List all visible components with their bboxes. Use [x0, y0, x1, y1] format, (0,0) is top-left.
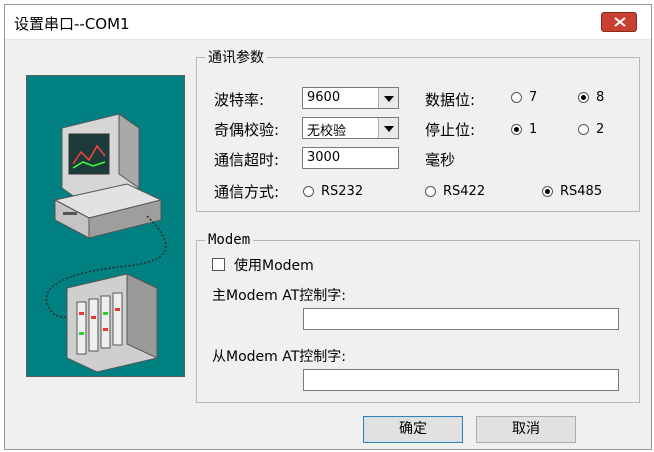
ok-button[interactable]: 确定	[363, 416, 463, 443]
stop-bits-label: 停止位:	[425, 121, 476, 139]
radio-dot	[303, 186, 314, 197]
mode-label: 通信方式:	[214, 183, 280, 201]
stop-bits-2-radio[interactable]: 2	[578, 122, 604, 137]
timeout-input[interactable]: 3000	[302, 147, 399, 169]
dialog-window: 设置串口--COM1 通讯参数 波特率: 9600 奇偶校验: 无校验 通信超时…	[4, 4, 652, 450]
data-bits-8-label: 8	[596, 90, 605, 105]
timeout-value: 3000	[307, 150, 341, 165]
stop-bits-2-label: 2	[596, 122, 605, 137]
data-bits-label: 数据位:	[425, 91, 476, 109]
stop-bits-1-radio[interactable]: 1	[511, 122, 537, 137]
parity-value: 无校验	[307, 124, 347, 139]
radio-dot	[578, 124, 589, 135]
radio-dot	[511, 92, 522, 103]
radio-dot-selected	[578, 92, 589, 103]
comm-params-legend: 通讯参数	[208, 50, 264, 66]
use-modem-label[interactable]: 使用Modem	[234, 255, 314, 275]
modem-legend: Modem	[208, 232, 251, 248]
cancel-button[interactable]: 取消	[476, 416, 576, 443]
close-button[interactable]	[601, 12, 637, 32]
mode-rs232-radio[interactable]: RS232	[303, 184, 363, 199]
baud-select[interactable]: 9600	[302, 87, 399, 109]
timeout-label: 通信超时:	[214, 151, 280, 169]
title-bar[interactable]: 设置串口--COM1	[5, 5, 651, 40]
main-modem-at-input[interactable]	[303, 308, 619, 330]
parity-label: 奇偶校验:	[214, 121, 280, 139]
parity-dropdown-arrow-icon[interactable]	[378, 118, 398, 138]
stop-bits-1-label: 1	[529, 122, 538, 137]
baud-value: 9600	[307, 90, 341, 105]
mode-rs232-label: RS232	[321, 184, 364, 199]
mode-rs485-radio[interactable]: RS485	[542, 184, 602, 199]
radio-dot-selected	[542, 186, 553, 197]
baud-dropdown-arrow-icon[interactable]	[378, 88, 398, 108]
device-illustration	[26, 75, 185, 377]
data-bits-8-radio[interactable]: 8	[578, 90, 604, 105]
radio-dot	[425, 186, 436, 197]
mode-rs422-label: RS422	[443, 184, 486, 199]
radio-dot-selected	[511, 124, 522, 135]
window-title: 设置串口--COM1	[14, 15, 130, 33]
timeout-unit: 毫秒	[425, 151, 456, 169]
slave-modem-at-input[interactable]	[303, 369, 619, 391]
mode-rs422-radio[interactable]: RS422	[425, 184, 485, 199]
computer-plc-illustration	[45, 113, 167, 373]
slave-modem-label: 从Modem AT控制字:	[212, 349, 346, 365]
main-modem-label: 主Modem AT控制字:	[212, 288, 346, 304]
parity-select[interactable]: 无校验	[302, 117, 399, 139]
close-icon	[614, 17, 626, 27]
data-bits-7-label: 7	[529, 90, 538, 105]
data-bits-7-radio[interactable]: 7	[511, 90, 537, 105]
mode-rs485-label: RS485	[560, 184, 603, 199]
use-modem-checkbox[interactable]	[212, 258, 225, 271]
baud-label: 波特率:	[214, 91, 265, 109]
